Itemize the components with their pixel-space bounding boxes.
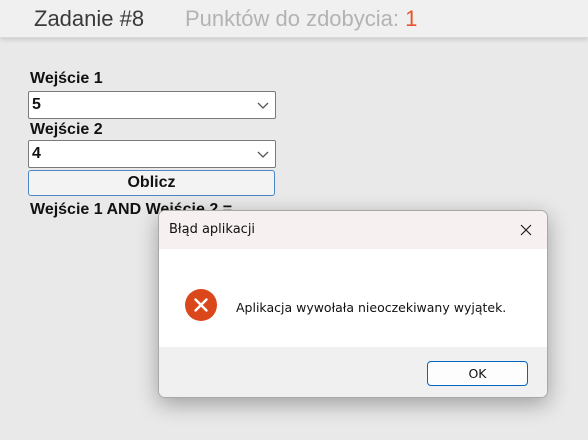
dialog-title: Błąd aplikacji [169,222,256,237]
input1-value: 5 [32,96,41,113]
chevron-down-icon [257,102,269,109]
points-info: Punktów do zdobycia: 1 [185,6,417,32]
input2-value: 4 [32,145,41,162]
error-dialog: Błąd aplikacji Aplikacja wywołała nieocz… [158,210,548,398]
points-label: Punktów do zdobycia: [185,6,406,31]
chevron-down-icon [257,151,269,158]
dialog-footer: OK [159,347,547,397]
dialog-body: Aplikacja wywołała nieoczekiwany wyjątek… [159,249,547,347]
task-title: Zadanie #8 [34,6,145,31]
input2-label: Wejście 2 [30,121,103,138]
ok-button[interactable]: OK [427,361,528,386]
dialog-message: Aplikacja wywołała nieoczekiwany wyjątek… [236,300,507,315]
input1-select[interactable]: 5 [28,91,276,119]
points-value: 1 [405,6,418,31]
dialog-titlebar: Błąd aplikacji [159,211,547,249]
top-bar: Zadanie #8 Punktów do zdobycia: 1 [0,0,588,38]
error-icon [185,289,217,321]
calculate-button[interactable]: Oblicz [28,170,275,196]
close-button[interactable] [513,217,539,243]
input2-select[interactable]: 4 [28,140,276,168]
input1-label: Wejście 1 [30,70,103,87]
close-icon [520,224,532,236]
